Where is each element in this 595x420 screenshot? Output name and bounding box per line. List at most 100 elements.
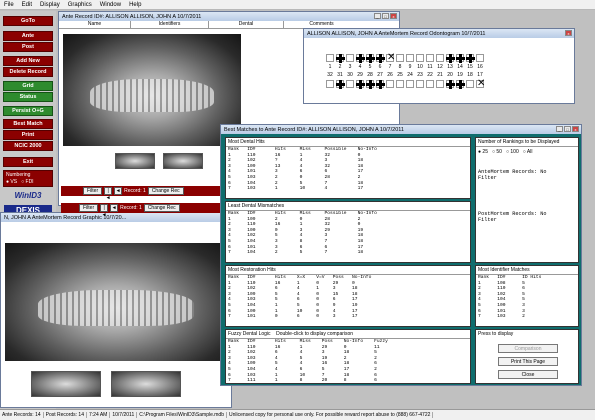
panel-title: Most Restoration Hits bbox=[226, 266, 470, 275]
ncic-button[interactable]: NCIC 2000 bbox=[3, 141, 53, 151]
comparison-button[interactable]: Comparison bbox=[498, 344, 558, 353]
graphic-filter-button[interactable]: Filter bbox=[79, 204, 99, 212]
tooth-number: 4 bbox=[358, 64, 362, 70]
tooth-cell[interactable] bbox=[386, 80, 394, 88]
odontogram-close-icon[interactable]: x bbox=[565, 30, 572, 36]
print-page-button[interactable]: Print This Page bbox=[498, 357, 558, 366]
identifiers-rows[interactable]: 1 108 52 110 63 102 54 104 55 100 36 101… bbox=[476, 281, 578, 320]
tooth-cell[interactable] bbox=[466, 54, 475, 63]
tooth-cell[interactable] bbox=[336, 54, 345, 63]
graphic-change-record-button[interactable]: Change Rec bbox=[143, 204, 180, 212]
menu-graphics[interactable]: Graphics bbox=[68, 2, 92, 8]
goto-button[interactable]: GoTo bbox=[3, 16, 53, 26]
grid-button[interactable]: Grid bbox=[3, 81, 53, 91]
tab-dental[interactable]: Dental bbox=[209, 21, 284, 28]
graphic-record-counter: Record: 1 bbox=[120, 205, 142, 211]
status-bar: Ante Records: 14 Post Records: 14 7:24 A… bbox=[0, 409, 595, 420]
tooth-cell[interactable] bbox=[376, 54, 385, 63]
numbering-vs-radio[interactable]: ● VS bbox=[6, 179, 17, 185]
lower-tooth-numbers: 32 31 30 29 28 27 26 25 24 23 22 21 20 19 18 17 bbox=[326, 72, 484, 78]
numbering-fdi-radio[interactable]: ○ FDI bbox=[21, 179, 33, 185]
persist-og-button[interactable]: Persist O+G bbox=[3, 106, 53, 116]
menu-help[interactable]: Help bbox=[129, 2, 141, 8]
menu-window[interactable]: Window bbox=[100, 2, 121, 8]
graphic-prev-record-icon[interactable]: ◄ bbox=[110, 204, 119, 212]
tooth-number: 24 bbox=[407, 72, 413, 78]
bm-maximize-icon[interactable]: □ bbox=[564, 126, 571, 132]
tooth-cell[interactable] bbox=[366, 54, 375, 63]
bm-close-icon[interactable]: x bbox=[572, 126, 579, 132]
tooth-cell[interactable] bbox=[376, 80, 385, 89]
panel-rows[interactable]: 1 109 2 0 28 22 110 16 1 32 03 100 0 3 2… bbox=[226, 217, 470, 256]
tooth-cell[interactable] bbox=[326, 54, 334, 62]
print-button[interactable]: Print bbox=[3, 130, 53, 140]
maximize-icon[interactable]: □ bbox=[382, 13, 389, 19]
tooth-cell[interactable] bbox=[336, 80, 345, 89]
rank-50-radio[interactable]: ○ 50 bbox=[492, 149, 502, 155]
tooth-cell[interactable] bbox=[396, 80, 404, 88]
best-matches-titlebar: Best Matches to Ante Record ID#: ALLISON… bbox=[221, 125, 581, 134]
tooth-cell[interactable] bbox=[346, 80, 354, 88]
panel-rows[interactable]: 1 110 16 1 29 0 11 2 102 6 4 3 18 53 103 … bbox=[226, 345, 470, 384]
table-row[interactable]: 7 111 1 8 20 8 6 bbox=[228, 378, 468, 384]
tab-comments[interactable]: Comments bbox=[284, 21, 359, 28]
rank-25-radio[interactable]: ● 25 bbox=[478, 149, 488, 155]
first-record-icon[interactable]: |◄ bbox=[104, 187, 113, 201]
panel-rows[interactable]: 1 110 16 1 32 02 102 ? 4 3 18 3 109 13 4 … bbox=[226, 153, 470, 192]
graphic-first-record-icon[interactable]: |◄ bbox=[100, 204, 109, 218]
menu-file[interactable]: File bbox=[4, 2, 14, 8]
panel-rows[interactable]: 1 110 16 1 0 29 02 102 6 4 1 3 18 3 109 5… bbox=[226, 281, 470, 320]
tooth-cell[interactable] bbox=[476, 54, 484, 62]
status-button[interactable]: Status bbox=[3, 92, 53, 102]
tooth-cell[interactable] bbox=[396, 54, 404, 62]
rank-100-radio[interactable]: ○ 100 bbox=[506, 149, 519, 155]
menu-edit[interactable]: Edit bbox=[22, 2, 32, 8]
tooth-cell[interactable] bbox=[476, 78, 485, 89]
tooth-cell[interactable] bbox=[386, 52, 395, 63]
exit-button[interactable]: Exit bbox=[3, 157, 53, 167]
tooth-cell[interactable] bbox=[326, 80, 334, 88]
ante-change-record-button[interactable]: Change Rec bbox=[147, 187, 184, 195]
graphic-bitewing-right bbox=[111, 371, 181, 397]
tooth-cell[interactable] bbox=[406, 54, 414, 62]
tooth-cell[interactable] bbox=[366, 80, 375, 89]
tooth-cell[interactable] bbox=[466, 80, 474, 88]
tooth-cell[interactable] bbox=[456, 54, 465, 63]
close-icon[interactable]: x bbox=[390, 13, 397, 19]
bm-minimize-icon[interactable]: _ bbox=[556, 126, 563, 132]
tooth-cell[interactable] bbox=[456, 80, 465, 89]
tooth-cell[interactable] bbox=[416, 80, 424, 88]
tooth-cell[interactable] bbox=[356, 80, 365, 89]
best-match-button[interactable]: Best Match bbox=[3, 119, 53, 129]
tooth-cell[interactable] bbox=[436, 54, 444, 62]
add-new-button[interactable]: Add New bbox=[3, 56, 53, 66]
tooth-cell[interactable] bbox=[346, 54, 354, 62]
table-row[interactable]: 7 103 1 10 4 17 bbox=[228, 186, 468, 192]
ante-button[interactable]: Ante bbox=[3, 31, 53, 41]
close-button[interactable]: Close bbox=[498, 370, 558, 379]
minimize-icon[interactable]: _ bbox=[374, 13, 381, 19]
tooth-cell[interactable] bbox=[356, 54, 365, 63]
menu-display[interactable]: Display bbox=[40, 2, 60, 8]
table-row[interactable]: 7 103 2 bbox=[478, 314, 576, 320]
delete-record-button[interactable]: Delete Record bbox=[3, 67, 53, 77]
prev-record-icon[interactable]: ◄ bbox=[114, 187, 123, 195]
identifier-matches-panel: Most Identifier Matches Rank ID# ID Hits… bbox=[475, 265, 579, 327]
tooth-cell[interactable] bbox=[426, 80, 434, 88]
graphic-title: N, JOHN A AnteMortem Record Graphic 10/7… bbox=[4, 214, 127, 221]
rank-all-radio[interactable]: ○ All bbox=[523, 149, 533, 155]
tooth-cell[interactable] bbox=[446, 80, 455, 89]
tooth-cell[interactable] bbox=[446, 54, 455, 63]
tab-name[interactable]: Name bbox=[59, 21, 131, 28]
post-button[interactable]: Post bbox=[3, 42, 53, 52]
table-row[interactable]: 7 104 2 5 7 18 bbox=[228, 250, 468, 256]
tooth-number: 30 bbox=[347, 72, 353, 78]
tab-identifiers[interactable]: Identifiers bbox=[131, 21, 209, 28]
tooth-cell[interactable] bbox=[416, 54, 424, 62]
ante-filter-button[interactable]: Filter bbox=[83, 187, 103, 195]
table-row[interactable]: 7 101 0 6 0 3 17 bbox=[228, 314, 468, 320]
tooth-number: 28 bbox=[367, 72, 373, 78]
tooth-cell[interactable] bbox=[426, 54, 434, 62]
tooth-cell[interactable] bbox=[436, 80, 444, 88]
tooth-cell[interactable] bbox=[406, 80, 414, 88]
